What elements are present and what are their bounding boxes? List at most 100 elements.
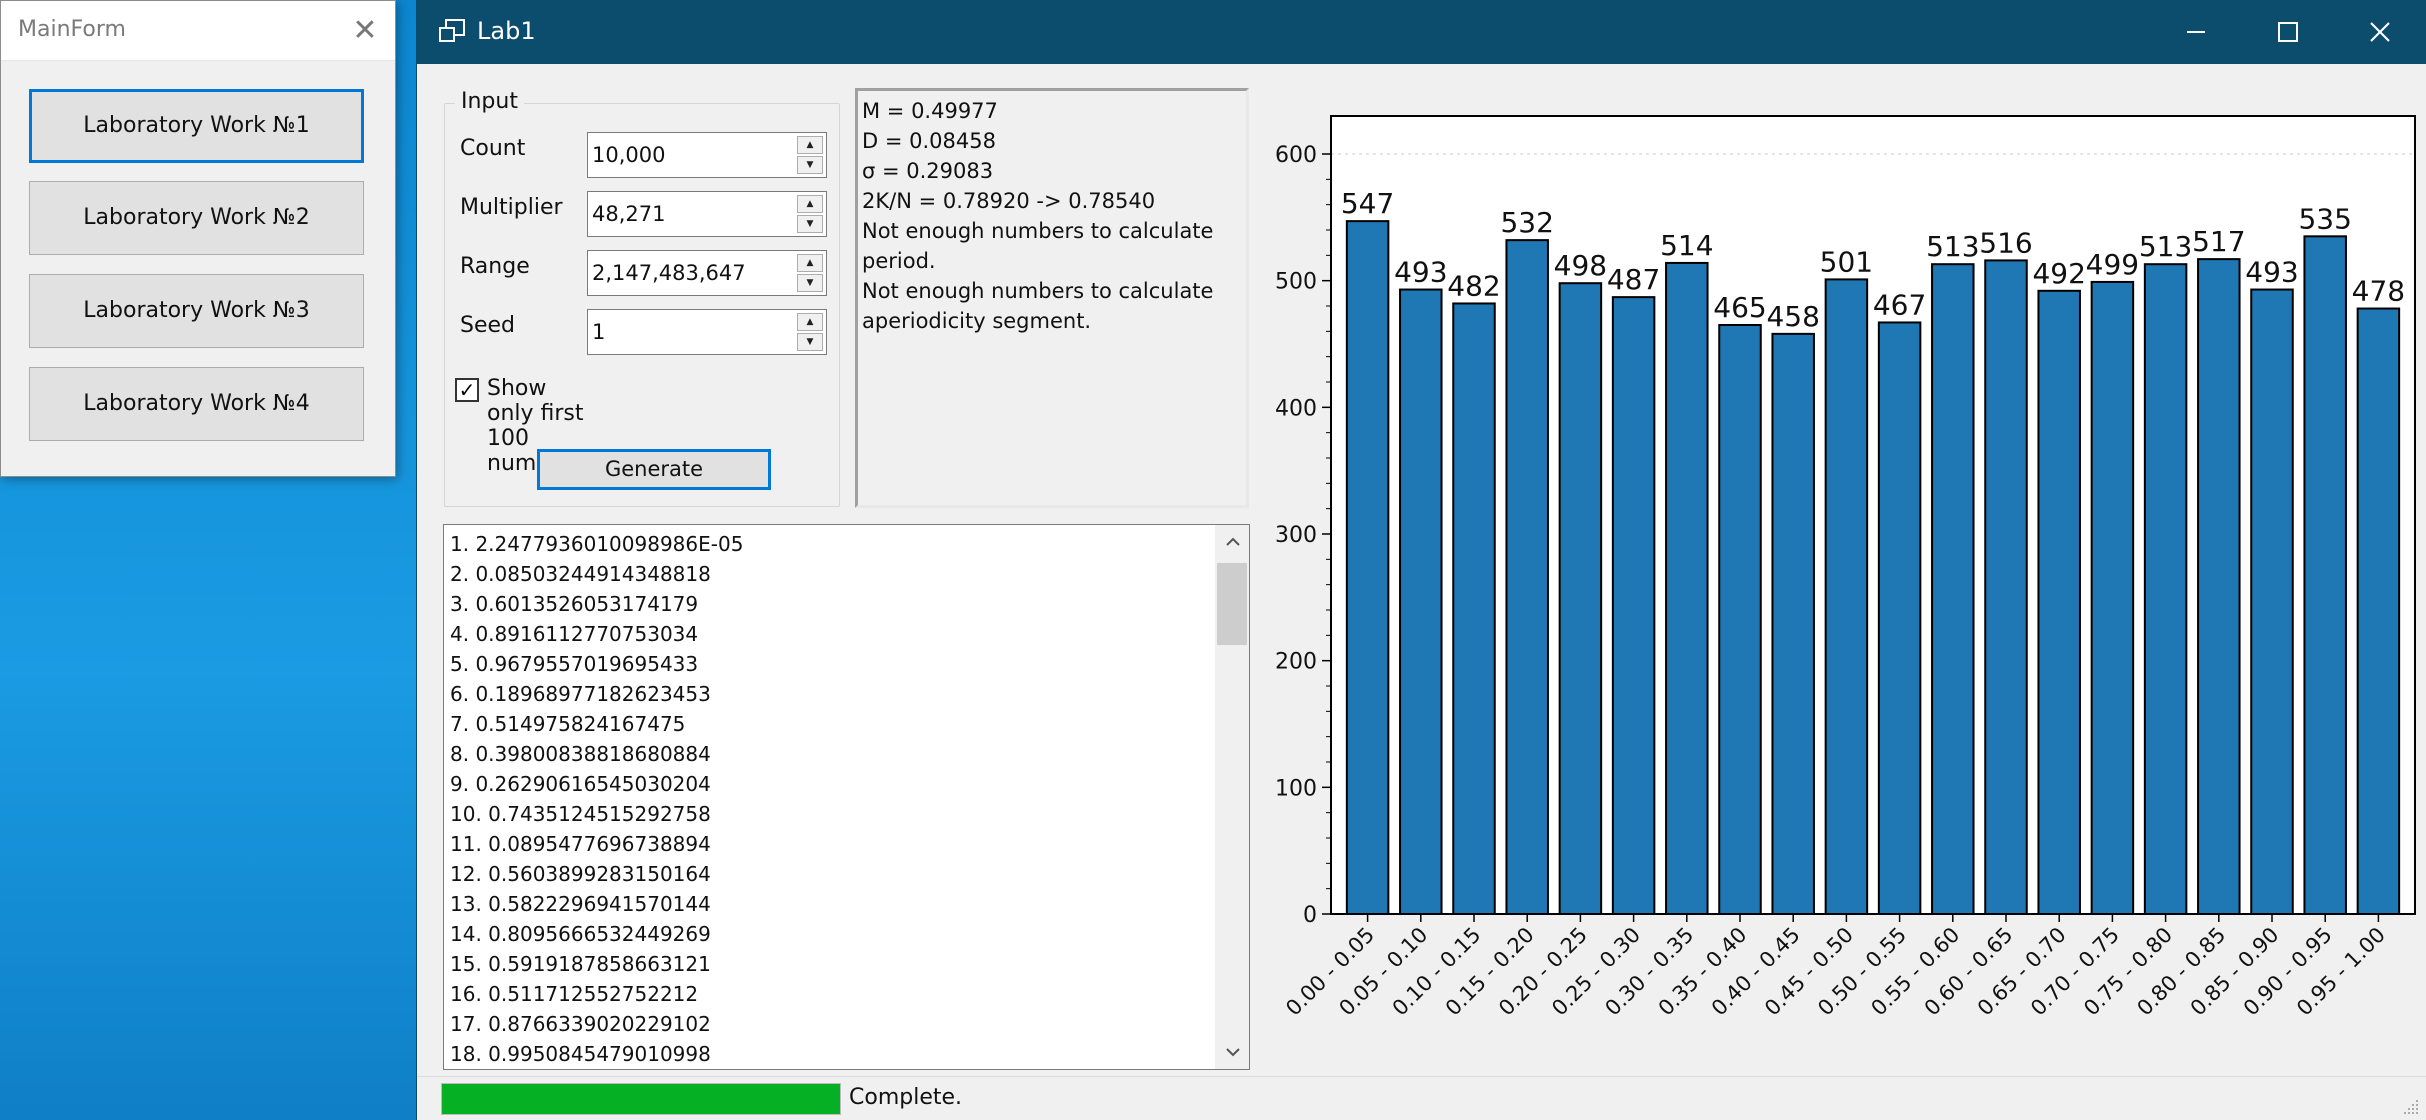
mainform-title: MainForm	[18, 17, 126, 42]
bar	[1824, 278, 1869, 915]
bar-value-label: 482	[1447, 269, 1500, 302]
bar	[1718, 324, 1762, 915]
list-item[interactable]: 7. 0.514975824167475	[450, 709, 743, 739]
minimize-icon[interactable]	[2150, 0, 2242, 64]
show-first-checkbox[interactable]: ✓	[455, 378, 479, 402]
bar-value-label: 493	[2245, 256, 2298, 289]
seed-down-icon[interactable]: ▼	[797, 333, 823, 351]
range-value[interactable]: 2,147,483,647	[592, 261, 746, 285]
bar-value-label: 532	[1500, 206, 1553, 239]
generate-button[interactable]: Generate	[537, 449, 771, 490]
count-down-icon[interactable]: ▼	[797, 156, 823, 174]
list-item[interactable]: 1. 2.2477936010098986E-05	[450, 529, 743, 559]
close-icon[interactable]: ✕	[345, 11, 385, 51]
stats-output: M = 0.49977 D = 0.08458 σ = 0.29083 2K/N…	[855, 88, 1249, 508]
list-item[interactable]: 3. 0.6013526053174179	[450, 589, 743, 619]
lab1-button[interactable]: Laboratory Work №1	[29, 89, 364, 163]
bar	[1452, 302, 1496, 915]
seed-stepper[interactable]: 1 ▲ ▼	[587, 309, 827, 355]
bar	[2197, 258, 2241, 915]
list-item[interactable]: 11. 0.0895477696738894	[450, 829, 743, 859]
bar	[1877, 321, 1922, 915]
bar-value-label: 458	[1766, 300, 1819, 333]
bar	[2250, 288, 2294, 916]
multiplier-up-icon[interactable]: ▲	[797, 195, 823, 213]
bar-value-label: 517	[2192, 225, 2245, 258]
numbers-list: 1. 2.2477936010098986E-05 2. 0.0850324491…	[450, 529, 743, 1069]
bar	[2037, 289, 2081, 916]
close-icon[interactable]	[2334, 0, 2426, 64]
multiplier-value[interactable]: 48,271	[592, 202, 665, 226]
lab2-button[interactable]: Laboratory Work №2	[29, 181, 364, 255]
numbers-listbox[interactable]: 1. 2.2477936010098986E-05 2. 0.0850324491…	[443, 524, 1250, 1070]
seed-up-icon[interactable]: ▲	[797, 313, 823, 331]
bar-value-label: 501	[1820, 245, 1873, 278]
bar	[1984, 259, 2028, 915]
scroll-up-icon[interactable]	[1216, 525, 1249, 559]
list-item[interactable]: 12. 0.5603899283150164	[450, 859, 743, 889]
list-item[interactable]: 13. 0.5822296941570144	[450, 889, 743, 919]
bar-value-label: 547	[1341, 187, 1394, 220]
list-item[interactable]: 18. 0.9950845479010998	[450, 1039, 743, 1069]
bar-value-label: 478	[2352, 275, 2405, 308]
y-tick-label: 600	[1275, 143, 1317, 168]
scroll-down-icon[interactable]	[1216, 1035, 1249, 1069]
bar	[2303, 235, 2347, 916]
bar	[1665, 261, 1709, 915]
count-stepper[interactable]: 10,000 ▲ ▼	[587, 132, 827, 178]
bar-value-label: 493	[1394, 256, 1447, 289]
seed-value[interactable]: 1	[592, 320, 605, 344]
bar-value-label: 513	[2139, 230, 2192, 263]
list-scrollbar[interactable]	[1215, 525, 1249, 1069]
bar-value-label: 499	[2086, 248, 2139, 281]
list-item[interactable]: 10. 0.7435124515292758	[450, 799, 743, 829]
scroll-thumb[interactable]	[1217, 563, 1247, 645]
stats-2kn: 2K/N = 0.78920 -> 0.78540	[862, 189, 1156, 213]
count-value[interactable]: 10,000	[592, 143, 665, 167]
multiplier-stepper[interactable]: 48,271 ▲ ▼	[587, 191, 827, 237]
list-item[interactable]: 16. 0.511712552752212	[450, 979, 743, 1009]
bar-value-label: 492	[2032, 257, 2085, 290]
stats-period-msg: Not enough numbers to calculate period.	[862, 219, 1221, 273]
list-item[interactable]: 4. 0.8916112770753034	[450, 619, 743, 649]
list-item[interactable]: 8. 0.39800838818680884	[450, 739, 743, 769]
stats-aperiodicity-msg: Not enough numbers to calculate aperiodi…	[862, 279, 1221, 333]
maximize-icon[interactable]	[2242, 0, 2334, 64]
resize-grip-icon[interactable]	[2400, 1096, 2420, 1116]
y-tick-label: 200	[1275, 650, 1317, 675]
lab3-button[interactable]: Laboratory Work №3	[29, 274, 364, 348]
progress-bar	[441, 1083, 841, 1115]
bar	[1771, 332, 1815, 916]
bar-value-label: 467	[1873, 288, 1926, 321]
list-item[interactable]: 14. 0.8095666532449269	[450, 919, 743, 949]
list-item[interactable]: 6. 0.18968977182623453	[450, 679, 743, 709]
lab4-button[interactable]: Laboratory Work №4	[29, 367, 364, 441]
count-up-icon[interactable]: ▲	[797, 136, 823, 154]
list-item[interactable]: 15. 0.5919187858663121	[450, 949, 743, 979]
lab1-window: Lab1 Input Count 10,000 ▲ ▼ Multiplier 48…	[416, 0, 2426, 1120]
bar-value-label: 487	[1607, 263, 1660, 296]
y-tick-label: 0	[1303, 903, 1317, 928]
range-label: Range	[460, 254, 530, 279]
multiplier-down-icon[interactable]: ▼	[797, 215, 823, 233]
bar	[1345, 220, 1390, 915]
y-tick-label: 100	[1275, 776, 1317, 801]
seed-label: Seed	[460, 313, 515, 338]
bar-value-label: 498	[1554, 249, 1607, 282]
list-item[interactable]: 9. 0.26290616545030204	[450, 769, 743, 799]
list-item[interactable]: 2. 0.08503244914348818	[450, 559, 743, 589]
lab1-titlebar[interactable]: Lab1	[417, 0, 2426, 64]
range-stepper[interactable]: 2,147,483,647 ▲ ▼	[587, 250, 827, 296]
stats-variance: D = 0.08458	[862, 129, 996, 153]
bar	[1931, 263, 1975, 915]
bar	[2143, 263, 2188, 915]
range-down-icon[interactable]: ▼	[797, 274, 823, 292]
list-item[interactable]: 5. 0.9679557019695433	[450, 649, 743, 679]
progress-fill	[442, 1084, 840, 1114]
lab1-title: Lab1	[477, 17, 536, 45]
list-item[interactable]: 17. 0.8766339020229102	[450, 1009, 743, 1039]
bar	[2090, 280, 2135, 915]
mainform-titlebar[interactable]: MainForm ✕	[1, 1, 395, 61]
bar-value-label: 516	[1979, 226, 2032, 259]
range-up-icon[interactable]: ▲	[797, 254, 823, 272]
